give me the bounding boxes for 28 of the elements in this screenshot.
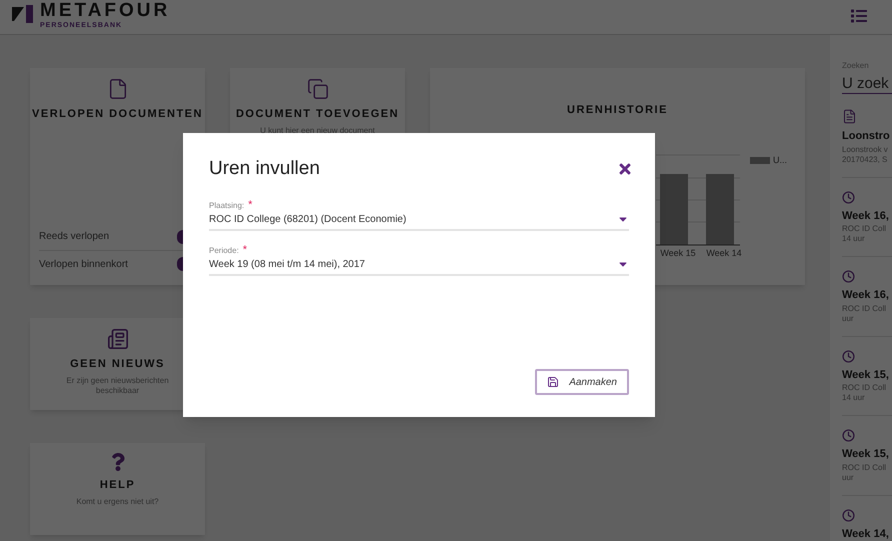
list-row-label: Verlopen binnenkort: [39, 258, 128, 272]
card-title: HELP: [100, 478, 136, 493]
required-mark: *: [242, 244, 248, 256]
result-title[interactable]: Week 14,: [842, 526, 892, 541]
card-title: VERLOPEN DOCUMENTEN: [32, 107, 203, 122]
field-label: Periode:: [209, 244, 239, 256]
field-label: Plaatsing:: [209, 200, 244, 212]
card-title: GEEN NIEUWS: [70, 357, 165, 372]
select-field[interactable]: Periode: * Week 19 (08 mei t/m 14 mei), 2017: [209, 244, 629, 276]
field-value: Week 19 (08 mei t/m 14 mei), 2017: [209, 258, 365, 272]
card-title: URENHISTORIE: [567, 103, 668, 118]
logo-text: METAFOUR: [40, 1, 170, 21]
result-title[interactable]: Week 16,: [842, 208, 892, 224]
result-title[interactable]: Week 15,: [842, 366, 892, 383]
card-title: DOCUMENT TOEVOEGEN: [236, 107, 400, 122]
create-button[interactable]: Aanmaken: [535, 369, 629, 395]
result-title[interactable]: Week 16,: [842, 287, 892, 304]
field-value: ROC ID College (68201) (Docent Economie): [209, 212, 406, 226]
result-title[interactable]: Week 15,: [842, 446, 892, 462]
dialog-title: Uren invullen: [209, 157, 320, 181]
legend-label: U...: [773, 154, 788, 167]
result-title[interactable]: Loonstro: [842, 128, 892, 144]
list-row-label: Reeds verlopen: [39, 230, 110, 244]
axis-label: Week 15: [659, 247, 697, 260]
search-field[interactable]: U zoek: [842, 75, 892, 94]
select-field[interactable]: Plaatsing: * ROC ID College (68201) (Docent Economie): [209, 200, 629, 230]
required-mark: *: [248, 200, 252, 212]
axis-label: Week 14: [705, 247, 743, 260]
